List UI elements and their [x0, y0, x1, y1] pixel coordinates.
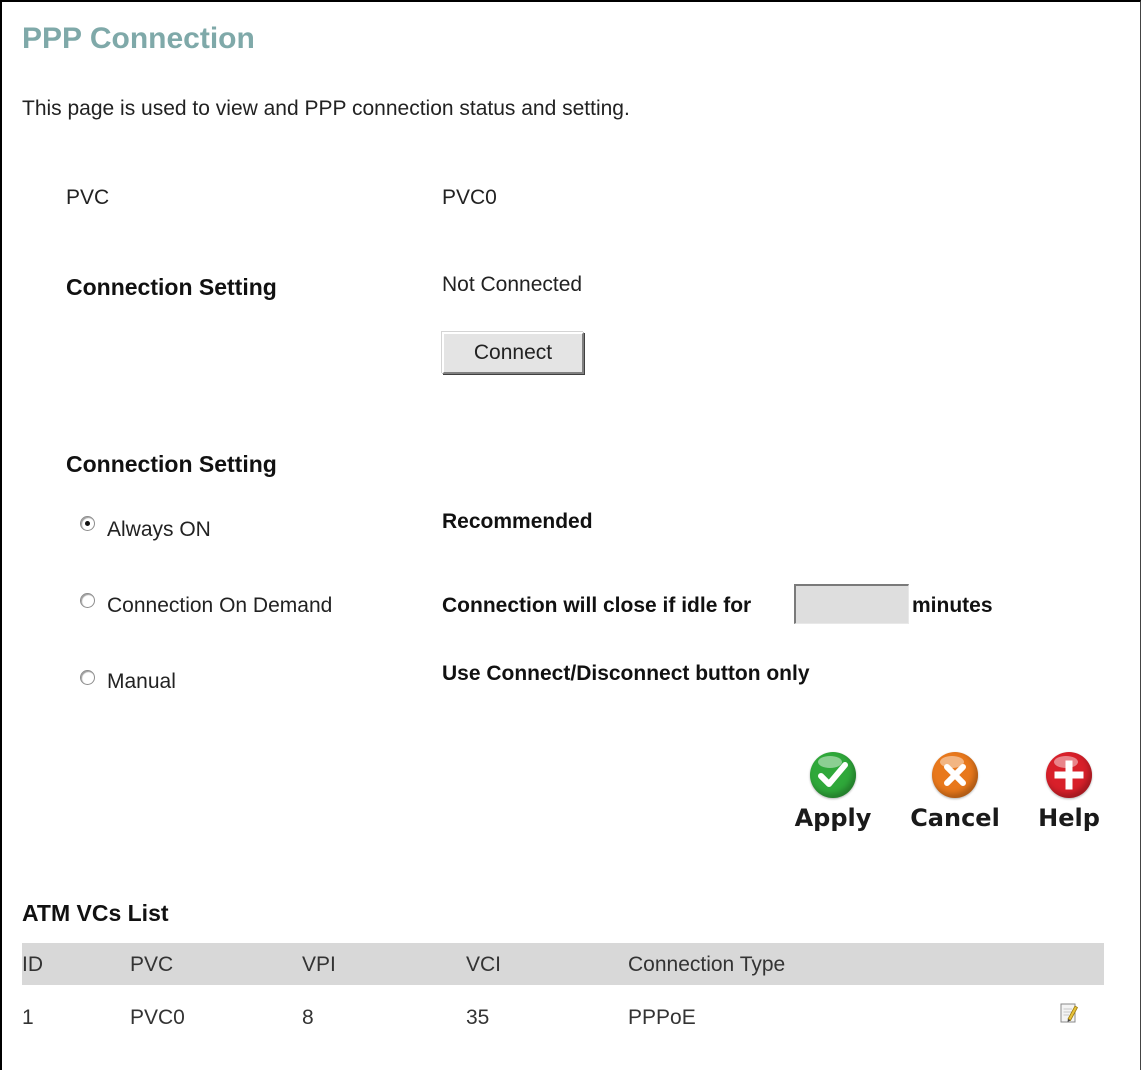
cancel-button[interactable]: Cancel — [907, 752, 1003, 832]
radio-selected-dot — [85, 521, 90, 526]
row-vci: 35 — [466, 1006, 490, 1029]
column-header-id: ID — [22, 953, 43, 976]
row-connection-type: PPPoE — [628, 1006, 696, 1029]
idle-minutes-input[interactable] — [794, 584, 909, 624]
column-header-pvc: PVC — [130, 953, 174, 976]
pvc-label: PVC — [66, 186, 110, 209]
column-header-vpi: VPI — [302, 953, 336, 976]
pvc-value: PVC0 — [442, 186, 497, 209]
column-header-vci: VCI — [466, 953, 502, 976]
page-description: This page is used to view and PPP connec… — [22, 97, 630, 120]
on-demand-label[interactable]: Connection On Demand — [107, 594, 332, 618]
always-on-label[interactable]: Always ON — [107, 518, 211, 542]
row-vpi: 8 — [302, 1006, 314, 1029]
minutes-label: minutes — [912, 594, 993, 617]
always-on-radio[interactable] — [80, 516, 95, 531]
help-label: Help — [1038, 804, 1100, 832]
connection-mode-heading: Connection Setting — [66, 451, 277, 477]
connection-status-value: Not Connected — [442, 273, 583, 296]
apply-button[interactable]: Apply — [792, 752, 874, 832]
column-header-connection-type: Connection Type — [628, 953, 786, 976]
always-on-note: Recommended — [442, 510, 593, 533]
atm-list-title: ATM VCs List — [22, 900, 169, 926]
row-pvc: PVC0 — [130, 1006, 185, 1029]
edit-note-icon[interactable] — [1060, 1002, 1078, 1024]
manual-radio[interactable] — [80, 670, 95, 685]
cancel-label: Cancel — [910, 804, 1000, 832]
table-header — [22, 943, 1104, 985]
manual-note: Use Connect/Disconnect button only — [442, 662, 810, 685]
connection-status-heading: Connection Setting — [66, 274, 277, 300]
on-demand-note: Connection will close if idle for — [442, 594, 752, 617]
connect-button[interactable]: Connect — [442, 332, 584, 374]
row-id: 1 — [22, 1006, 34, 1029]
apply-label: Apply — [794, 804, 872, 832]
on-demand-radio[interactable] — [80, 593, 95, 608]
page-title: PPP Connection — [22, 22, 255, 55]
x-icon — [932, 752, 978, 798]
check-icon — [810, 752, 856, 798]
manual-label[interactable]: Manual — [107, 670, 176, 694]
help-button[interactable]: Help — [1034, 752, 1104, 832]
plus-icon — [1046, 752, 1092, 798]
